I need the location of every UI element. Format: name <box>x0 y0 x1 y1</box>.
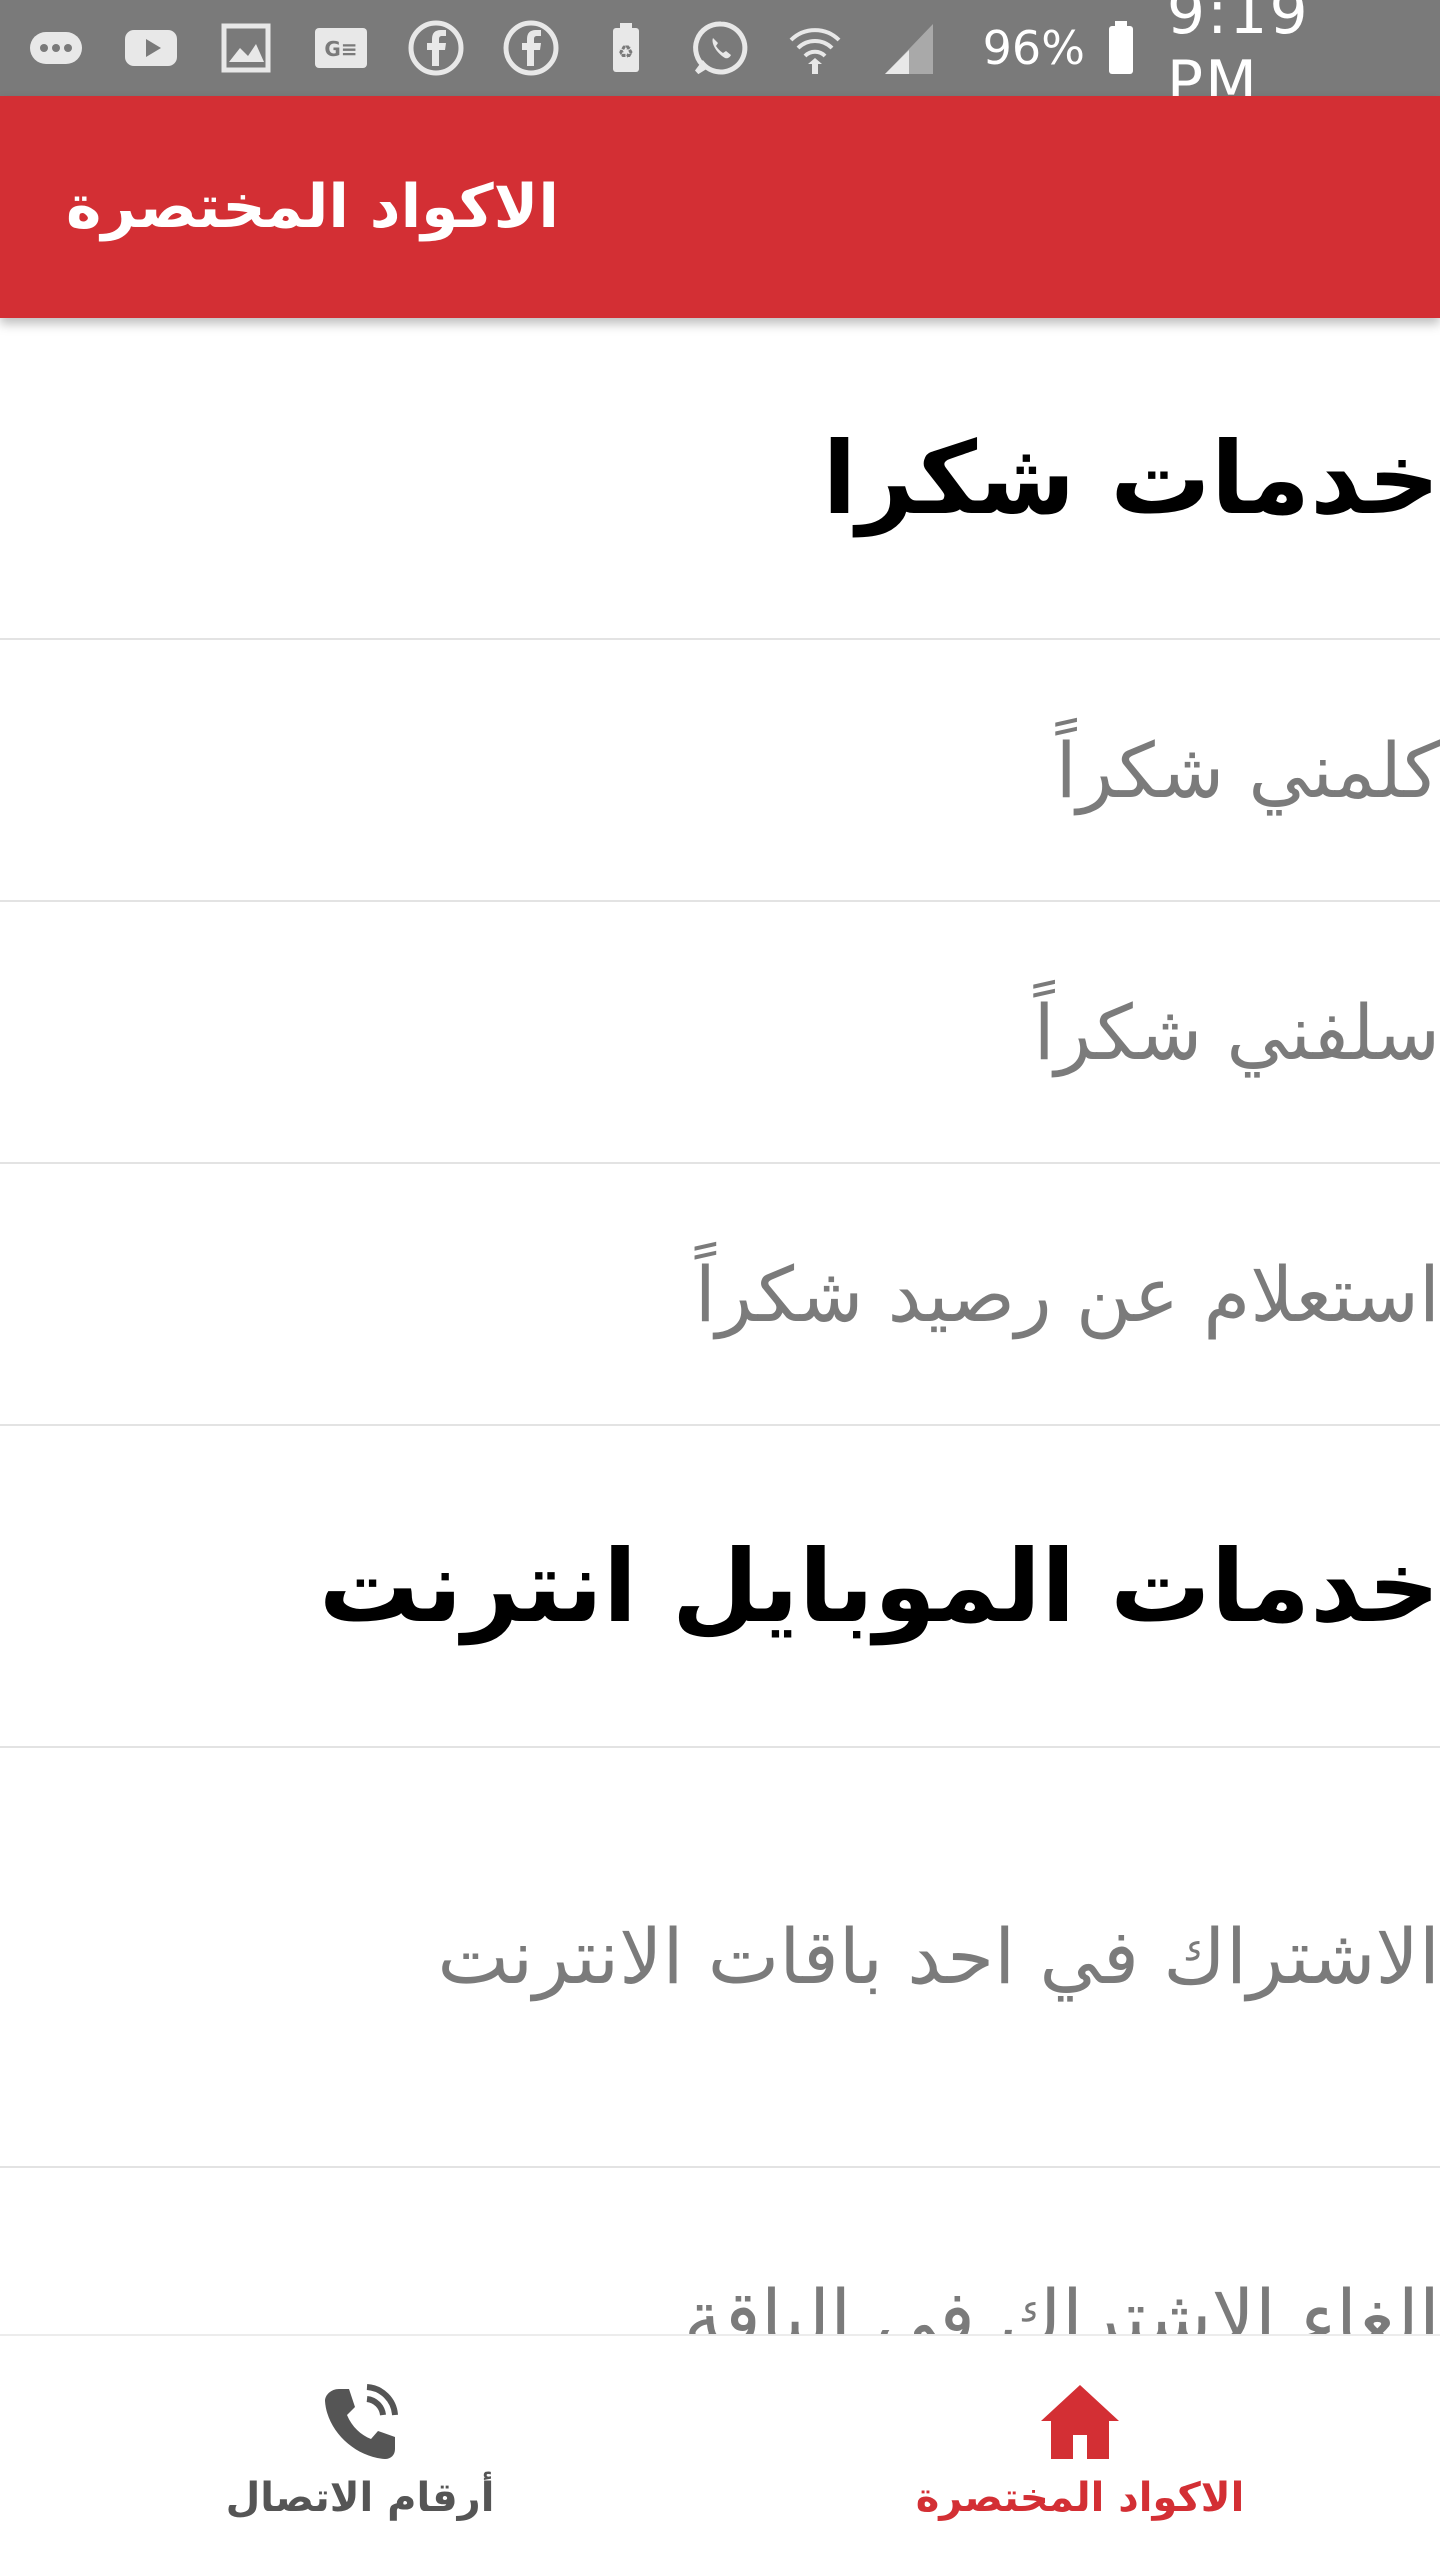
tab-label: الاكواد المختصرة <box>915 2475 1245 2521</box>
battery-percentage: 96% <box>982 21 1085 75</box>
page-title: الاكواد المختصرة <box>66 172 559 242</box>
list-item[interactable]: استعلام عن رصيد شكراً <box>0 1164 1440 1426</box>
bottom-navigation: أرقام الاتصال الاكواد المختصرة <box>0 2334 1440 2560</box>
home-icon <box>1041 2385 1119 2459</box>
section-header: خدمات شكرا <box>0 318 1440 640</box>
phone-icon <box>325 2384 398 2459</box>
facebook-icon <box>404 16 467 80</box>
list-item-label: استعلام عن رصيد شكراً <box>694 1249 1440 1339</box>
youtube-icon <box>119 16 182 80</box>
battery-icon <box>1101 16 1141 80</box>
section-header-label: خدمات الموبايل انترنت <box>318 1527 1440 1645</box>
whatsapp-icon <box>689 16 752 80</box>
list-item-label: الاشتراك في احد باقات الانترنت <box>437 1912 1440 2001</box>
tab-shortcut-codes[interactable]: الاكواد المختصرة <box>720 2336 1440 2562</box>
tab-label: أرقام الاتصال <box>225 2475 495 2521</box>
image-icon <box>214 16 277 80</box>
list-item-label: كلمني شكراً <box>1055 725 1440 815</box>
facebook-icon <box>499 16 562 80</box>
section-header-label: خدمات شكرا <box>822 419 1440 537</box>
section-header: خدمات الموبايل انترنت <box>0 1426 1440 1748</box>
status-bar: G≡ ♻ 96% 9:19 PM <box>0 0 1440 118</box>
list-item-label: سلفني شكراً <box>1033 987 1440 1077</box>
news-icon: G≡ <box>309 16 372 80</box>
svg-text:♻: ♻ <box>617 42 633 63</box>
recycle-battery-icon: ♻ <box>594 16 657 80</box>
list-item-label: الغاء الاشتراك في الباقة <box>683 2272 1440 2335</box>
app-bar: الاكواد المختصرة <box>0 96 1440 318</box>
list-item[interactable]: الغاء الاشتراك في الباقة <box>0 2168 1440 2335</box>
list-item[interactable]: الاشتراك في احد باقات الانترنت <box>0 1748 1440 2168</box>
wifi-icon <box>784 16 846 80</box>
more-icon <box>24 16 87 80</box>
tab-contact-numbers[interactable]: أرقام الاتصال <box>0 2336 720 2562</box>
signal-icon <box>878 16 940 80</box>
svg-text:G≡: G≡ <box>324 37 357 61</box>
shortcut-codes-list[interactable]: خدمات شكرا كلمني شكراً سلفني شكراً استعل… <box>0 318 1440 2334</box>
list-item[interactable]: كلمني شكراً <box>0 640 1440 902</box>
list-item[interactable]: سلفني شكراً <box>0 902 1440 1164</box>
